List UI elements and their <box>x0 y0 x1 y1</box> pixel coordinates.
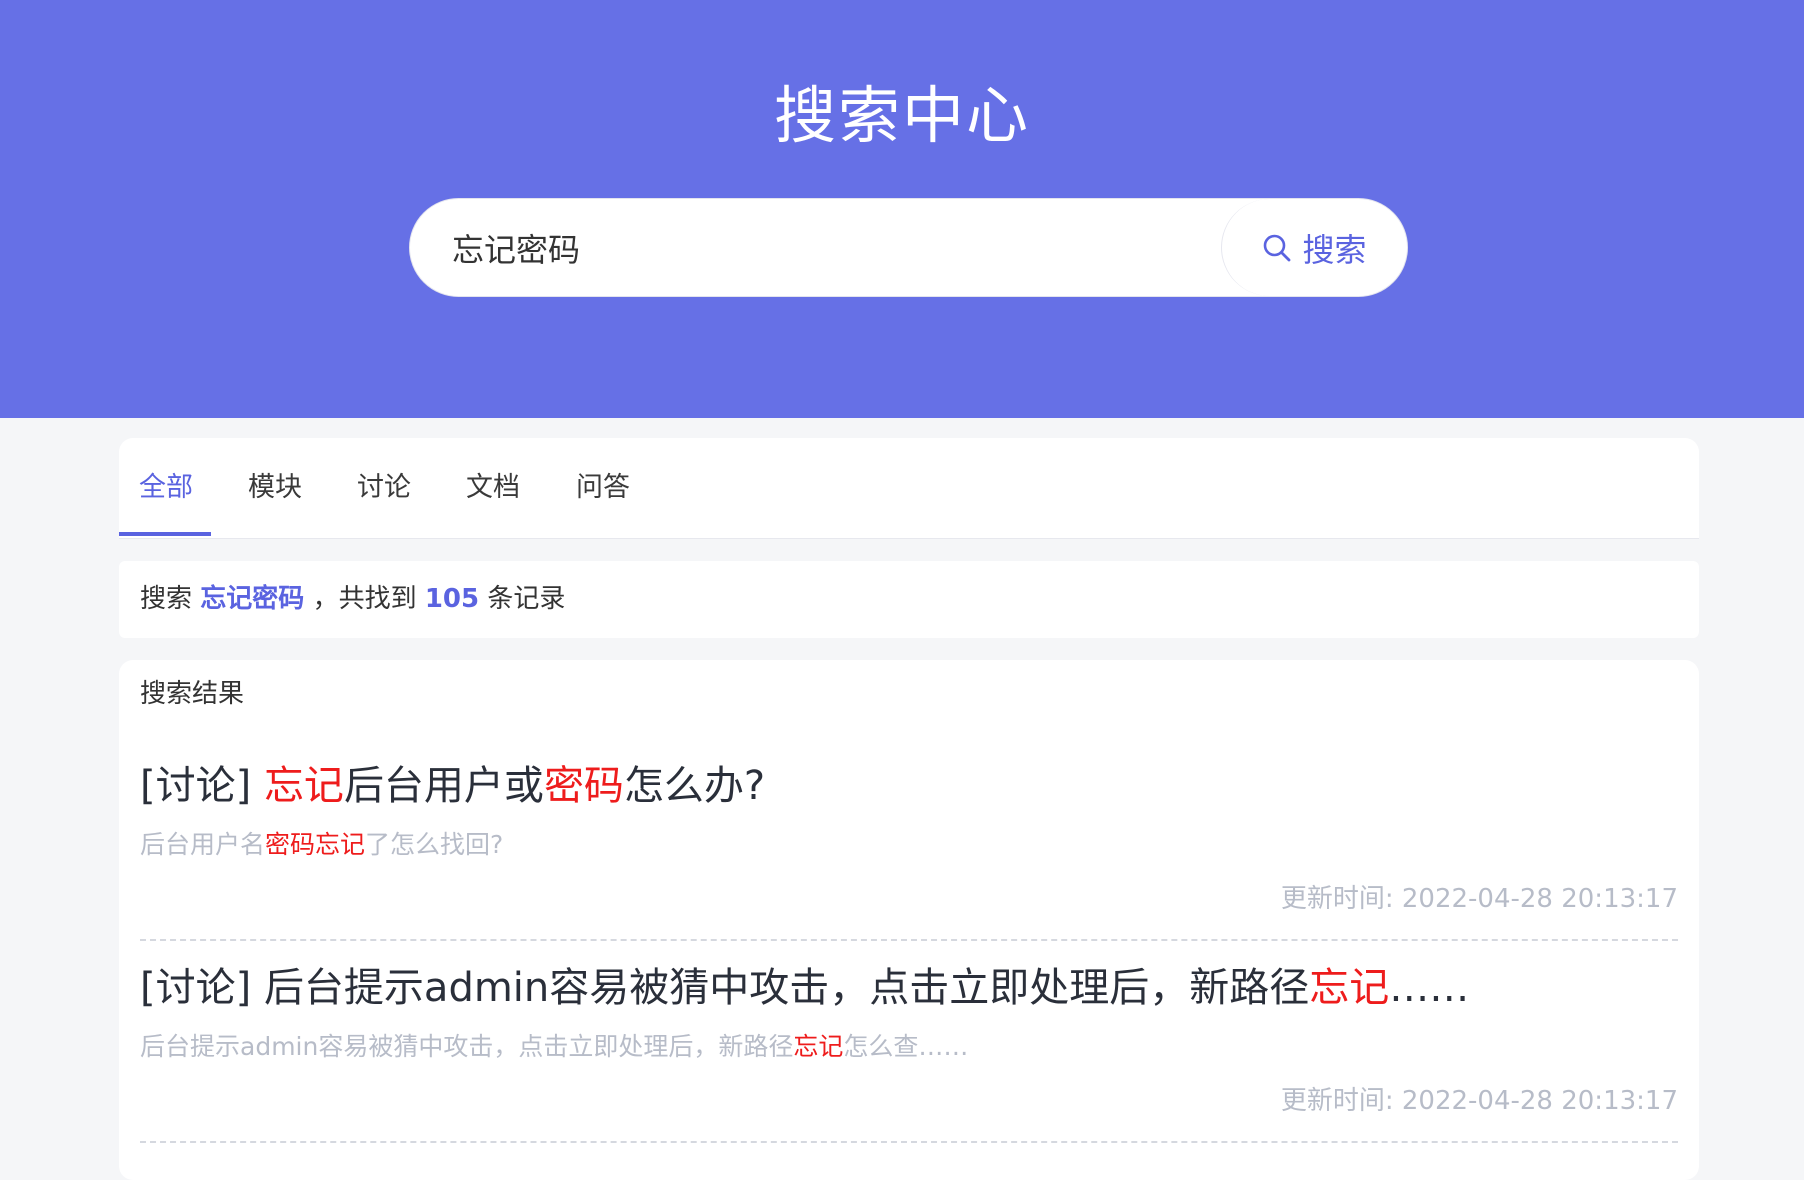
summary-prefix: 搜索 <box>140 584 193 614</box>
result-snippet: 后台用户名密码忘记了怎么找回? <box>140 828 1678 862</box>
result-divider <box>140 939 1678 941</box>
result-item: [讨论] 后台提示admin容易被猜中攻击，点击立即处理后，新路径忘记…… 后台… <box>140 961 1678 1081</box>
results-heading: 搜索结果 <box>140 679 245 709</box>
result-updated-time: 更新时间: 2022-04-28 20:13:17 <box>1281 882 1678 916</box>
result-title-text: 后台提示admin容易被猜中攻击，点击立即处理后，新路径 <box>263 965 1310 1011</box>
result-title-highlight: 忘记 <box>263 763 344 809</box>
result-category: [讨论] <box>140 763 252 809</box>
active-tab-indicator <box>119 532 211 536</box>
result-title-highlight: 密码 <box>543 763 624 809</box>
snippet-text: 后台用户名 <box>140 830 266 859</box>
snippet-text: 了怎么找回? <box>365 830 504 859</box>
search-summary-card: 搜索 忘记密码 ，共找到 105 条记录 <box>119 561 1699 638</box>
search-results-card: 搜索结果 [讨论] 忘记后台用户或密码怎么办? 后台用户名密码忘记了怎么找回? … <box>119 660 1699 1180</box>
result-category: [讨论] <box>140 965 252 1011</box>
updated-label: 更新时间: <box>1280 1086 1394 1116</box>
tab-modules[interactable]: 模块 <box>248 438 302 538</box>
search-button-label: 搜索 <box>1302 230 1367 269</box>
result-title-highlight: 忘记 <box>1309 965 1390 1011</box>
summary-middle: ，共找到 <box>312 584 417 614</box>
search-icon <box>1264 234 1291 261</box>
tabs-bar: 全部 模块 讨论 文档 问答 <box>119 438 1699 539</box>
tab-documents[interactable]: 文档 <box>466 438 520 538</box>
summary-suffix: 条记录 <box>487 584 566 614</box>
result-title-link[interactable]: [讨论] 后台提示admin容易被猜中攻击，点击立即处理后，新路径忘记…… <box>140 961 1678 1015</box>
result-snippet: 后台提示admin容易被猜中攻击，点击立即处理后，新路径忘记怎么查…… <box>140 1030 1678 1064</box>
updated-value: 2022-04-28 20:13:17 <box>1401 1086 1678 1116</box>
snippet-text: 怎么查…… <box>843 1032 969 1061</box>
result-updated-time: 更新时间: 2022-04-28 20:13:17 <box>1281 1084 1678 1118</box>
snippet-highlight: 忘记 <box>793 1032 844 1061</box>
updated-label: 更新时间: <box>1280 884 1394 914</box>
tab-all[interactable]: 全部 <box>139 438 193 538</box>
result-title-text: …… <box>1389 965 1470 1011</box>
result-item: [讨论] 忘记后台用户或密码怎么办? 后台用户名密码忘记了怎么找回? <box>140 759 1678 879</box>
result-title-text: 后台用户或 <box>343 763 544 809</box>
search-summary: 搜索 忘记密码 ，共找到 105 条记录 <box>140 561 565 638</box>
result-title-link[interactable]: [讨论] 忘记后台用户或密码怎么办? <box>140 759 1678 813</box>
result-divider <box>140 1141 1678 1143</box>
summary-keyword: 忘记密码 <box>200 584 305 614</box>
summary-count: 105 <box>424 584 480 614</box>
search-hero-banner: 搜索中心 搜索 <box>0 0 1804 418</box>
tab-discussions[interactable]: 讨论 <box>357 438 411 538</box>
search-button[interactable]: 搜索 <box>1221 199 1407 296</box>
updated-value: 2022-04-28 20:13:17 <box>1401 884 1678 914</box>
result-title-text: 怎么办? <box>623 763 766 809</box>
snippet-text: 后台提示admin容易被猜中攻击，点击立即处理后，新路径 <box>140 1032 794 1061</box>
snippet-highlight: 密码忘记 <box>265 830 366 859</box>
page-title: 搜索中心 <box>773 79 1030 152</box>
search-input[interactable] <box>410 199 1224 296</box>
tab-qa[interactable]: 问答 <box>576 438 630 538</box>
search-bar: 搜索 <box>409 198 1408 297</box>
